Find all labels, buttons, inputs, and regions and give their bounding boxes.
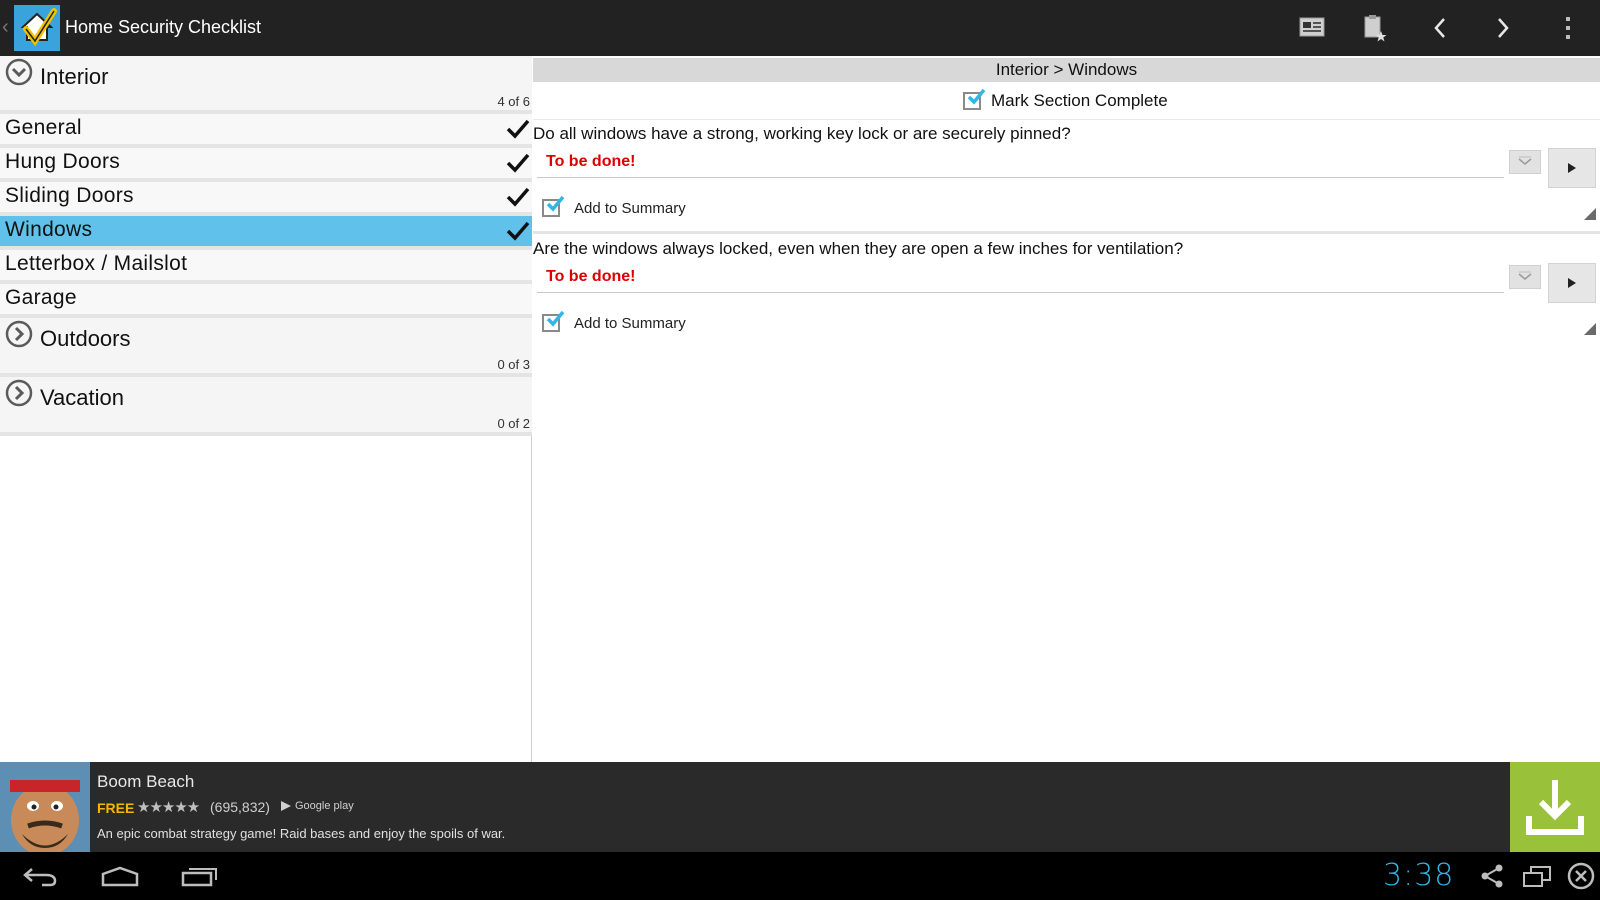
expand-icon[interactable] [5,379,33,407]
answer-value: To be done! [546,268,636,285]
overflow-menu-icon[interactable] [1548,8,1588,48]
sidebar-item-letterbox-mailslot[interactable]: Letterbox / Mailslot [0,250,532,284]
ad-rating-stars: ★★★★★ [137,799,200,816]
checkmark-icon [546,195,565,212]
clipboard-star-icon[interactable] [1355,8,1395,48]
checkmark-icon [546,310,565,327]
group-interior[interactable]: Interior 4 of 6 [0,56,532,114]
recent-apps-icon[interactable] [180,860,220,892]
question-panel: Interior > Windows Mark Section Complete… [533,56,1600,762]
store-name: Google play [295,800,354,812]
home-icon[interactable] [100,860,140,892]
back-icon[interactable] [22,860,58,892]
app-title: Home Security Checklist [65,17,262,37]
divider [533,231,1600,234]
up-chevron-icon[interactable]: ‹ [2,16,9,39]
google-play-icon [281,801,291,811]
answer-field[interactable]: To be done! [537,263,1504,293]
app-screen: ‹ Home Security Checklist Interior 4 of … [0,0,1600,900]
item-label: Sliding Doors [5,184,134,207]
google-play-badge: Google play [280,800,354,812]
system-nav-bar: 3:38 [0,852,1600,900]
ad-title: Boom Beach [97,772,195,791]
checkmark-icon [967,88,986,105]
check-icon [506,187,530,207]
group-count: 4 of 6 [497,94,530,109]
sidebar-item-general[interactable]: General [0,114,532,148]
expand-icon[interactable] [5,320,33,348]
window-icon[interactable] [1522,860,1552,892]
play-icon [1568,278,1576,288]
ad-game-thumbnail[interactable] [0,762,90,852]
previous-icon[interactable] [1420,8,1460,48]
group-vacation[interactable]: Vacation 0 of 2 [0,377,532,436]
question-text: Do all windows have a strong, working ke… [533,124,1071,143]
ad-description: An epic combat strategy game! Raid bases… [97,826,506,841]
group-count: 0 of 2 [497,416,530,431]
answer-dropdown-button[interactable] [1509,265,1541,289]
next-icon[interactable] [1483,8,1523,48]
ad-rating-count: (695,832) [210,799,270,815]
group-title: Vacation [40,385,124,410]
resize-handle-icon[interactable] [1584,208,1596,220]
add-to-summary-checkbox[interactable] [542,310,565,332]
ad-price: FREE [97,800,135,816]
action-bar: ‹ Home Security Checklist [0,0,1600,56]
item-label: Garage [5,286,77,309]
play-icon [1568,163,1576,173]
add-to-summary-checkbox[interactable] [542,195,565,217]
download-icon [1526,780,1584,835]
answer-dropdown-button[interactable] [1509,150,1541,174]
answer-value: To be done! [546,153,636,170]
sidebar-item-windows[interactable]: Windows [0,216,532,250]
report-icon[interactable] [1292,8,1332,48]
check-icon [506,119,530,139]
group-count: 0 of 3 [497,357,530,372]
sections-panel: Interior 4 of 6 General Hung Doors Slidi… [0,56,532,762]
item-label: Windows [5,218,93,241]
item-label: Letterbox / Mailslot [5,252,188,275]
add-to-summary[interactable]: Add to Summary [542,195,686,217]
mark-complete-label: Mark Section Complete [991,91,1168,110]
check-icon [506,153,530,173]
item-label: Hung Doors [5,150,121,173]
mark-section-complete[interactable]: Mark Section Complete [963,88,1168,113]
group-outdoors[interactable]: Outdoors 0 of 3 [0,318,532,377]
add-to-summary-label: Add to Summary [574,314,686,332]
play-button[interactable] [1548,148,1596,188]
close-icon[interactable] [1566,860,1596,892]
answer-field[interactable]: To be done! [537,148,1504,178]
add-to-summary-label: Add to Summary [574,199,686,217]
divider [533,119,1600,120]
ad-banner[interactable]: Boom Beach FREE ★★★★★ (695,832) Google p… [0,762,1600,852]
play-button[interactable] [1548,263,1596,303]
item-label: General [5,116,82,139]
add-to-summary[interactable]: Add to Summary [542,310,686,332]
app-logo-icon[interactable] [14,5,60,51]
sidebar-item-garage[interactable]: Garage [0,284,532,318]
sidebar-item-sliding-doors[interactable]: Sliding Doors [0,182,532,216]
collapse-icon[interactable] [5,58,33,86]
group-title: Interior [40,64,109,89]
share-icon[interactable] [1478,860,1506,892]
group-title: Outdoors [40,326,131,351]
ad-download-button[interactable] [1510,762,1600,852]
sidebar-item-hung-doors[interactable]: Hung Doors [0,148,532,182]
clock: 3:38 [1383,858,1455,893]
check-icon [506,221,530,241]
question-text: Are the windows always locked, even when… [533,239,1184,258]
resize-handle-icon[interactable] [1584,323,1596,335]
mark-complete-checkbox[interactable] [963,88,986,110]
breadcrumb: Interior > Windows [533,58,1600,82]
